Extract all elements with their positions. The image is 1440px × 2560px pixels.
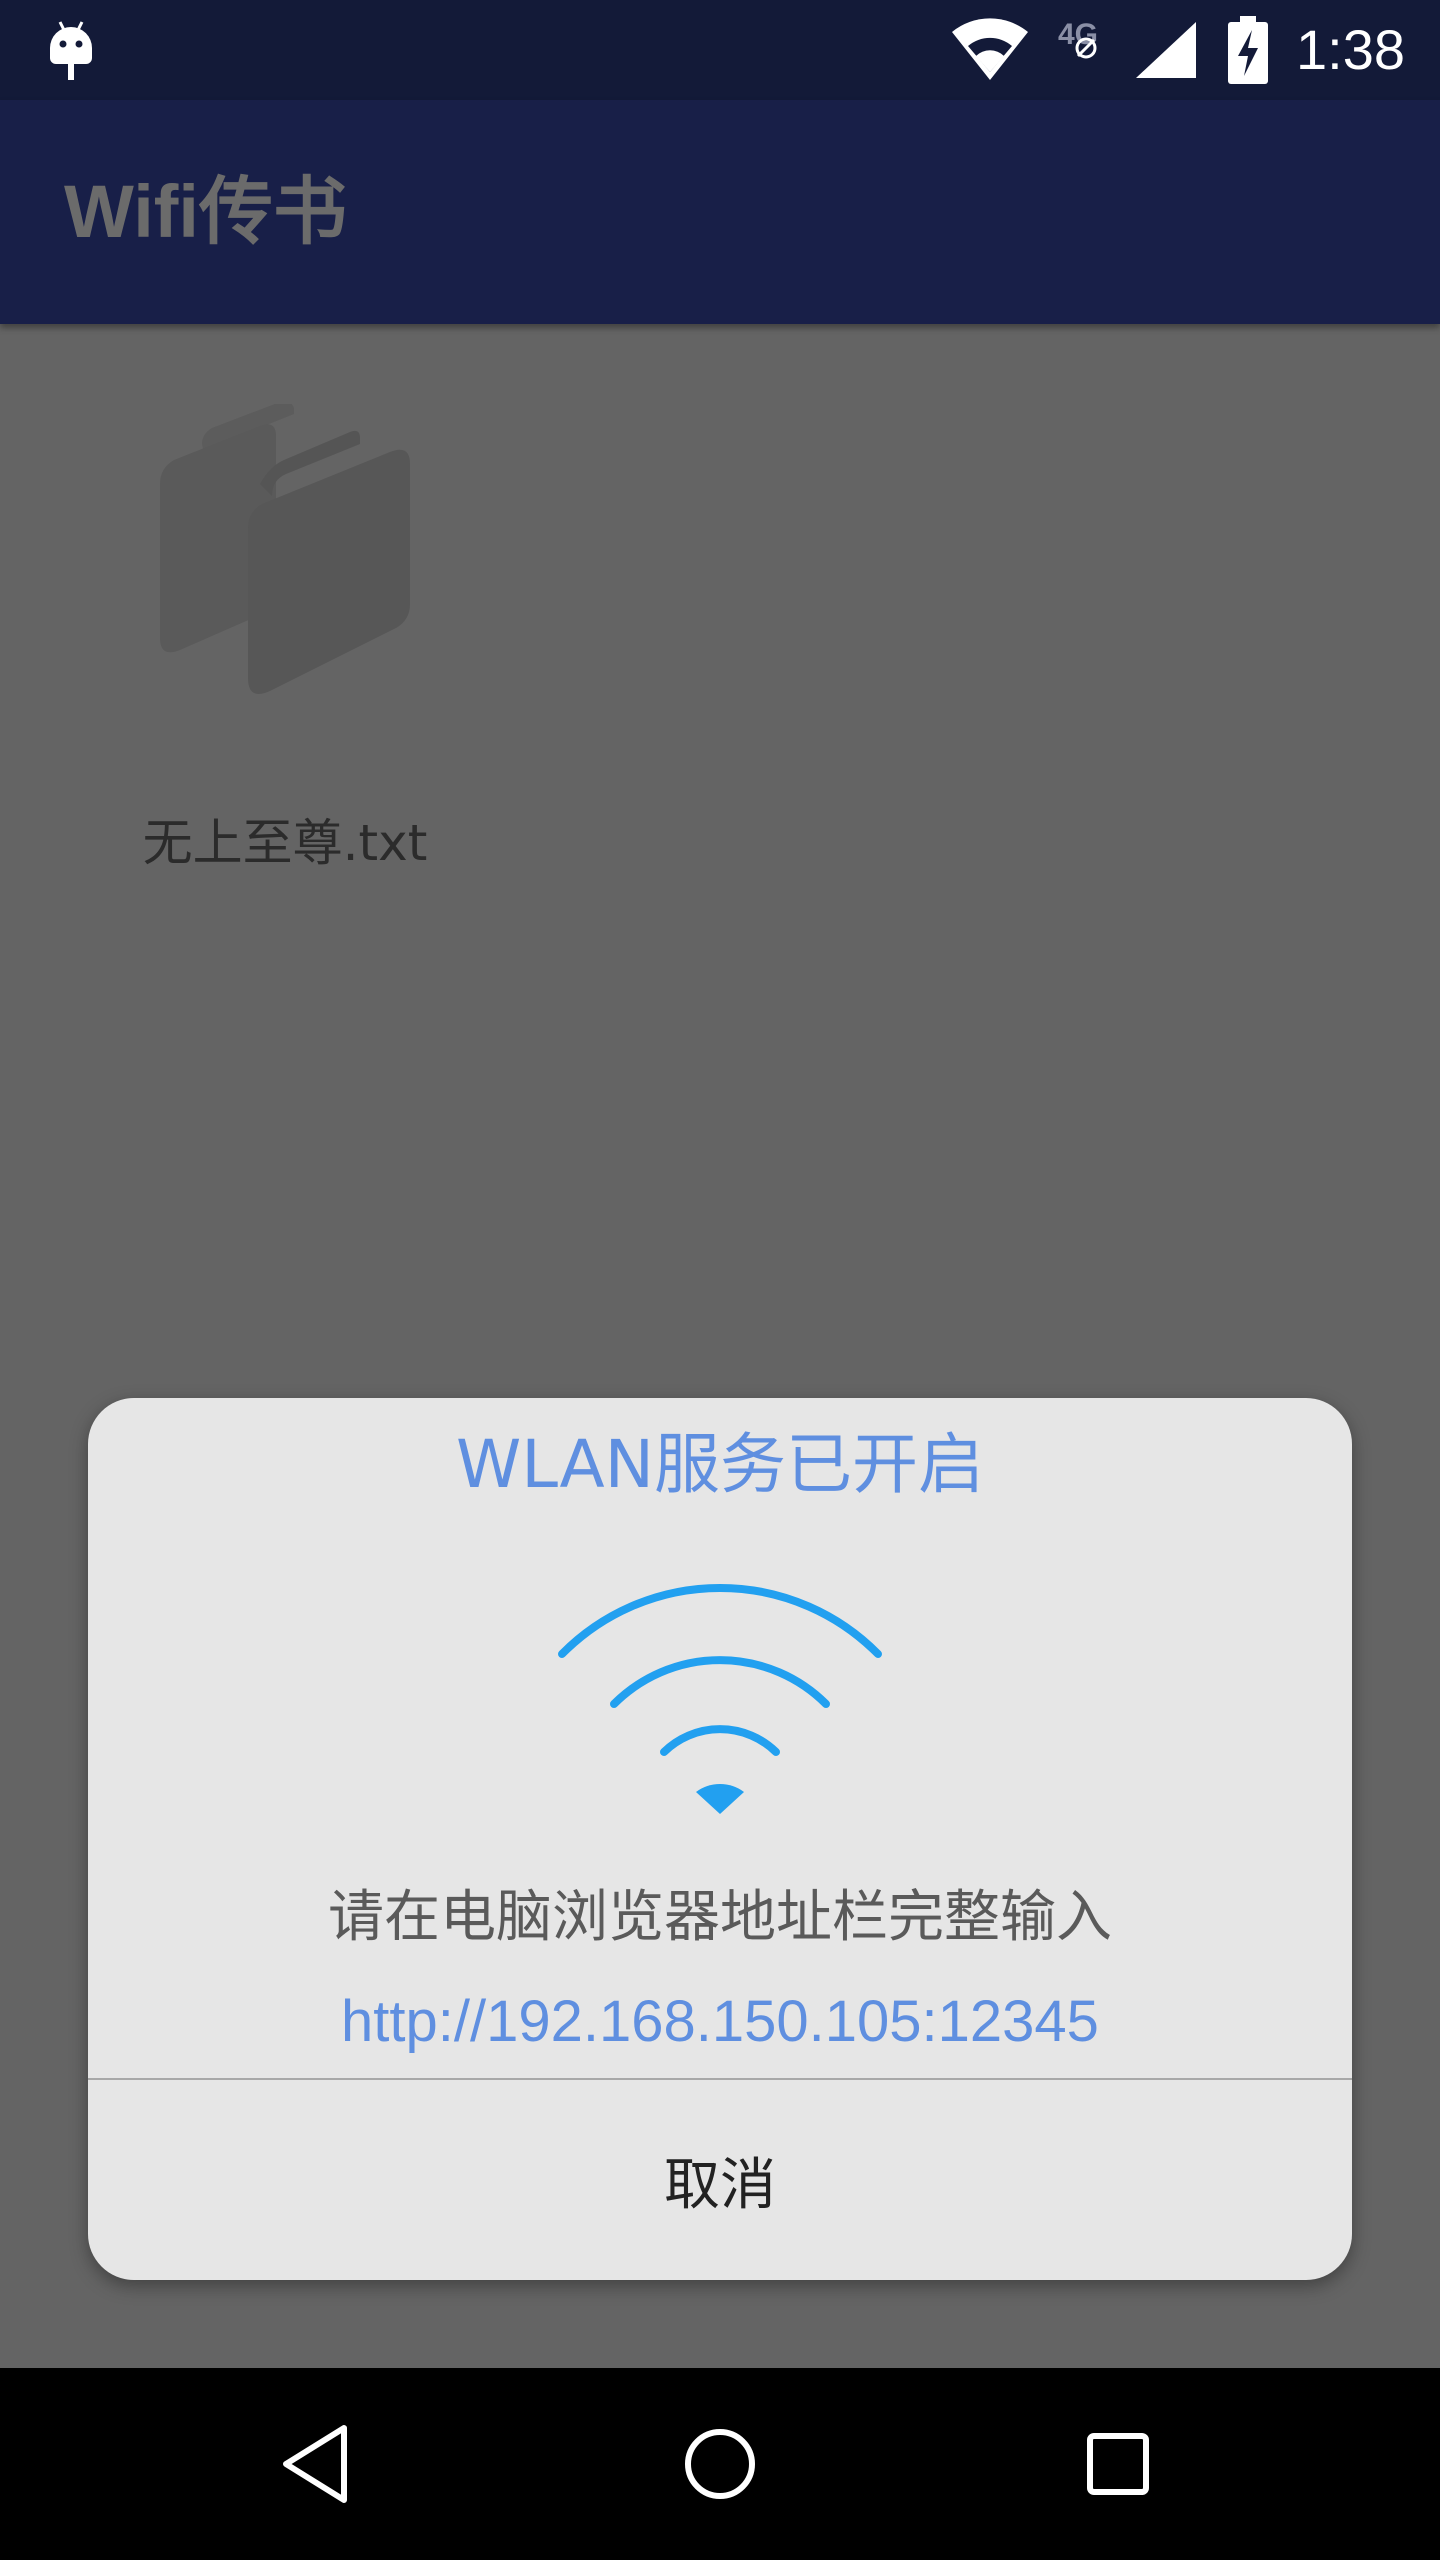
- status-clock: 1:38: [1296, 18, 1405, 81]
- dialog-title: WLAN服务已开启: [455, 1426, 985, 1503]
- file-name: 无上至尊.txt: [142, 814, 428, 872]
- recents-icon[interactable]: [1068, 2414, 1168, 2514]
- wifi-icon: [558, 1584, 882, 1814]
- back-icon[interactable]: [272, 2414, 372, 2514]
- cell-signal-icon: [1136, 22, 1196, 78]
- status-bar: 4G 1:38: [0, 0, 1440, 100]
- navigation-bar: [0, 2368, 1440, 2560]
- app-bar: Wifi传书: [0, 100, 1440, 324]
- battery-charging-icon: [1228, 16, 1268, 84]
- dialog-message: 请在电脑浏览器地址栏完整输入: [328, 1885, 1112, 1950]
- book-icon: [160, 404, 410, 694]
- wlan-service-dialog: WLAN服务已开启 请在电脑浏览器地址栏完整输入 http://192.168.…: [88, 1398, 1352, 2280]
- file-item[interactable]: 无上至尊.txt: [120, 404, 440, 872]
- cancel-button[interactable]: 取消: [88, 2080, 1352, 2280]
- server-url[interactable]: http://192.168.150.105:12345: [88, 1982, 1352, 2062]
- no-data-icon: 4G: [1050, 14, 1128, 66]
- app-title: Wifi传书: [64, 170, 347, 253]
- android-icon: [50, 21, 92, 80]
- home-icon[interactable]: [670, 2414, 770, 2514]
- wifi-icon: [952, 18, 1028, 81]
